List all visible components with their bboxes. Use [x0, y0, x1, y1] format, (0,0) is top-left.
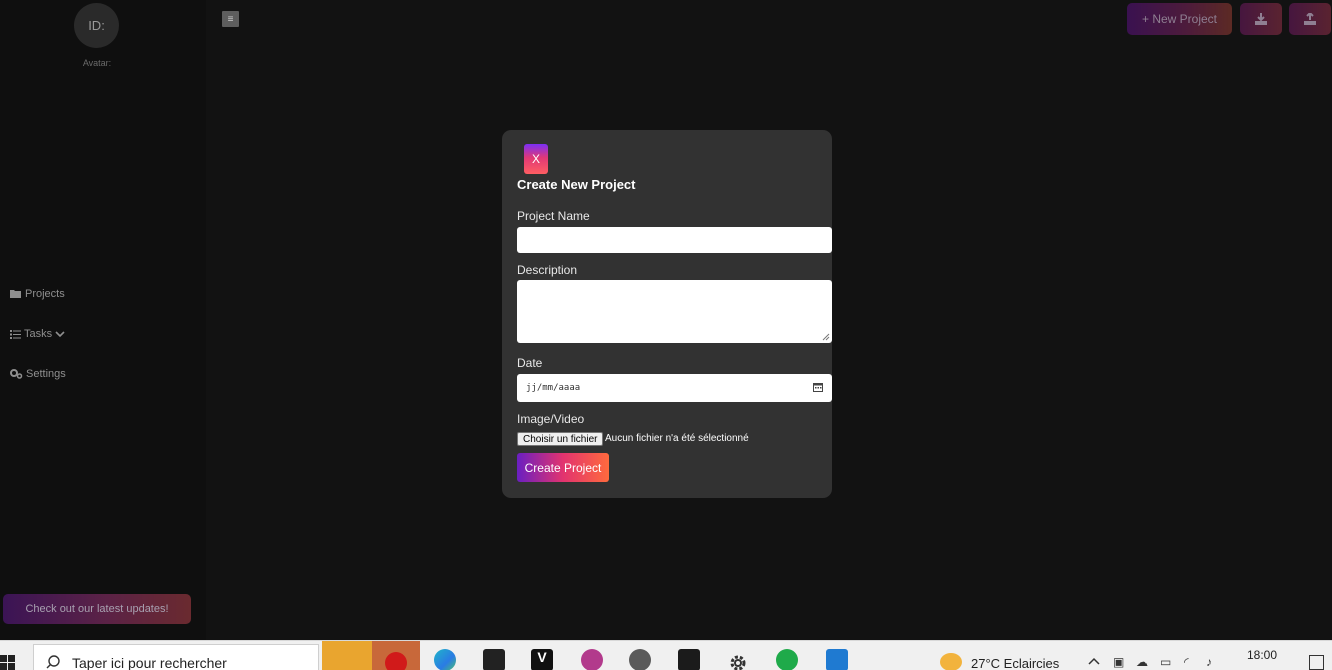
upload-icon	[1304, 13, 1316, 25]
description-textarea[interactable]	[517, 280, 832, 343]
taskbar: Taper ici pour rechercher V 27°C Eclairc…	[0, 640, 1332, 670]
media-label: Image/Video	[517, 412, 585, 426]
gears-icon	[10, 369, 23, 379]
folder-icon	[10, 290, 21, 298]
windows-start-icon[interactable]	[0, 655, 16, 670]
sidebar-item-label: Settings	[26, 368, 66, 380]
date-input[interactable]: jj/mm/aaaa	[517, 374, 832, 402]
player-taskbar-icon[interactable]	[629, 649, 651, 670]
camera-tray-icon[interactable]: ▣	[1113, 655, 1124, 669]
weather-icon	[940, 653, 962, 670]
project-name-input[interactable]	[517, 227, 832, 253]
avatar[interactable]: ID:	[74, 3, 119, 48]
close-button[interactable]: X	[524, 144, 548, 174]
file-explorer-taskbar-icon[interactable]	[322, 641, 372, 670]
sidebar-item-label: Tasks	[24, 328, 53, 340]
battery-tray-icon[interactable]: ▭	[1160, 655, 1171, 669]
sidebar-item-settings[interactable]: Settings	[10, 368, 66, 380]
resize-grip-icon[interactable]	[822, 333, 830, 341]
taskbar-clock[interactable]: 18:00	[1247, 648, 1277, 662]
project-name-label: Project Name	[517, 209, 590, 223]
media-app-taskbar-icon[interactable]	[483, 649, 505, 670]
terminal-taskbar-icon[interactable]	[678, 649, 700, 670]
whatsapp-taskbar-icon[interactable]	[776, 649, 798, 670]
choose-file-button[interactable]: Choisir un fichier	[517, 432, 604, 446]
taskbar-search-placeholder: Taper ici pour rechercher	[72, 655, 227, 670]
vim-taskbar-icon[interactable]: V	[531, 649, 553, 670]
sidebar-item-tasks[interactable]: Tasks	[10, 328, 65, 340]
description-label: Description	[517, 263, 578, 277]
sidebar-item-projects[interactable]: Projects	[10, 288, 65, 300]
sidebar: ID: Avatar: Projects Tasks Settings Chec…	[0, 0, 206, 640]
date-placeholder: jj/mm/aaaa	[526, 383, 581, 393]
latest-updates-button[interactable]: Check out our latest updates!	[3, 594, 191, 624]
chevron-up-icon[interactable]	[1088, 657, 1100, 665]
wifi-tray-icon[interactable]: ◜	[1184, 655, 1189, 669]
edge-taskbar-icon[interactable]	[434, 649, 456, 670]
list-icon	[10, 330, 21, 339]
notification-center-icon[interactable]	[1309, 655, 1324, 670]
upload-button[interactable]	[1289, 3, 1331, 35]
download-button[interactable]	[1240, 3, 1282, 35]
sidebar-item-label: Projects	[25, 288, 65, 300]
vscode-taskbar-icon[interactable]	[826, 649, 848, 670]
file-status-text: Aucun fichier n'a été sélectionné	[605, 433, 749, 444]
menu-toggle-button[interactable]: ≡	[222, 11, 239, 27]
opera-taskbar-icon[interactable]	[372, 641, 420, 670]
chevron-down-icon	[55, 331, 65, 338]
calendar-icon[interactable]	[813, 382, 823, 392]
volume-tray-icon[interactable]: ♪	[1206, 655, 1212, 669]
new-project-button[interactable]: + New Project	[1127, 3, 1232, 35]
settings-gear-icon[interactable]	[728, 653, 748, 670]
create-project-modal: X Create New Project Project Name Descri…	[502, 130, 832, 498]
create-project-button[interactable]: Create Project	[517, 453, 609, 482]
cloud-tray-icon[interactable]: ☁	[1136, 655, 1148, 669]
modal-title: Create New Project	[517, 177, 636, 192]
music-app-taskbar-icon[interactable]	[581, 649, 603, 670]
weather-text[interactable]: 27°C Eclaircies	[971, 656, 1059, 670]
avatar-id-text: ID:	[88, 18, 105, 33]
search-icon	[46, 655, 60, 669]
date-label: Date	[517, 356, 543, 370]
download-icon	[1255, 13, 1267, 25]
avatar-label: Avatar:	[82, 58, 112, 68]
